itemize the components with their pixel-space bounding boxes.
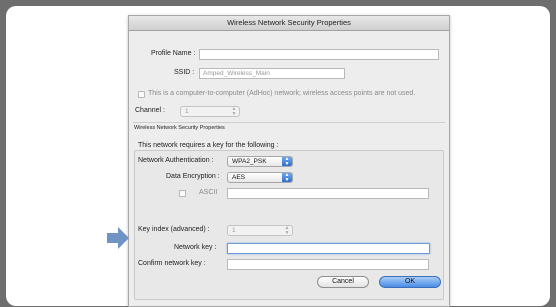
channel-select-value: 1	[185, 108, 189, 115]
confirm-network-key-field[interactable]	[227, 259, 429, 270]
network-key-field[interactable]	[227, 243, 430, 254]
ssid-field[interactable]: Amped_Wireless_Main	[199, 68, 345, 79]
key-index-select[interactable]: 1 ▲ ▼	[227, 225, 293, 236]
dialog-title: Wireless Network Security Properties	[129, 16, 449, 31]
profile-name-label: Profile Name :	[151, 50, 196, 57]
profile-name-field[interactable]	[199, 49, 439, 60]
adhoc-label: This is a computer-to-computer (AdHoc) n…	[148, 90, 416, 97]
chevron-updown-icon: ▲ ▼	[284, 225, 290, 236]
network-authentication-value: WPA2_PSK	[232, 158, 267, 165]
chevron-updown-icon: ▲ ▼	[282, 173, 292, 182]
requires-key-text: This network requires a key for the foll…	[138, 142, 279, 149]
data-encryption-value: AES	[232, 174, 246, 181]
screen-frame: Wireless Network Security Properties Pro…	[6, 6, 550, 307]
ascii-checkbox[interactable]	[179, 190, 186, 197]
adhoc-checkbox[interactable]	[138, 91, 145, 98]
chevron-updown-icon: ▲ ▼	[282, 157, 292, 166]
data-encryption-select[interactable]: AES ▲ ▼	[227, 172, 293, 183]
network-authentication-select[interactable]: WPA2_PSK ▲ ▼	[227, 156, 293, 167]
network-authentication-label: Network Authentication :	[138, 157, 214, 164]
data-encryption-label: Data Encryption :	[166, 173, 220, 180]
chevron-updown-icon: ▲ ▼	[231, 106, 237, 117]
security-group-title: Wireless Network Security Properties	[134, 125, 225, 131]
ascii-label: ASCII	[199, 189, 218, 196]
ok-button[interactable]: OK	[379, 276, 441, 288]
channel-select[interactable]: 1 ▲ ▼	[180, 106, 240, 117]
divider	[133, 122, 445, 123]
security-properties-dialog: Wireless Network Security Properties Pro…	[128, 15, 450, 307]
pointer-arrow-icon	[107, 227, 129, 249]
ascii-key-field[interactable]	[227, 188, 429, 199]
ssid-label: SSID :	[174, 69, 195, 76]
key-index-label: Key index (advanced) :	[138, 226, 210, 233]
confirm-network-key-label: Confirm network key :	[138, 260, 206, 267]
channel-label: Channel :	[135, 107, 165, 114]
cancel-button[interactable]: Cancel	[317, 276, 369, 288]
key-index-value: 1	[232, 227, 236, 234]
network-key-label: Network key :	[174, 244, 217, 251]
